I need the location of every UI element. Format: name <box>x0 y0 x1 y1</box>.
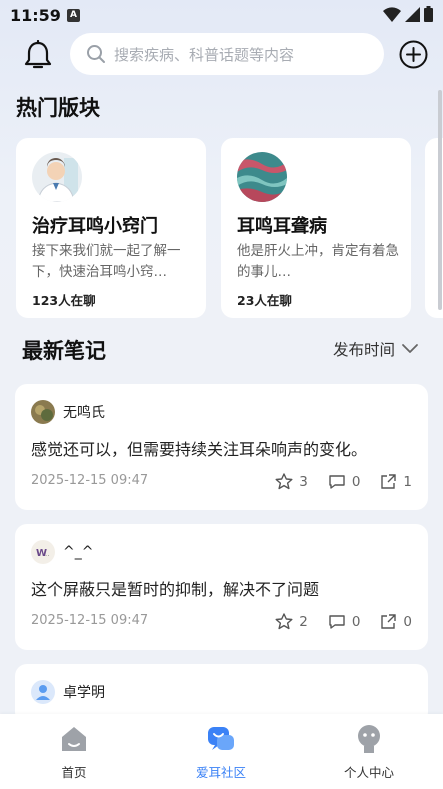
note-text: 感觉还可以，但需要持续关注耳朵响声的变化。 <box>31 440 368 459</box>
tab-community[interactable]: 爱耳社区 <box>171 724 271 781</box>
avatar <box>31 400 55 424</box>
doctor-icon <box>32 152 82 202</box>
note-user[interactable]: 卓学明 <box>31 680 105 704</box>
tab-label: 首页 <box>61 765 87 780</box>
community-icon <box>206 724 236 754</box>
status-icons <box>383 6 433 22</box>
star-icon <box>275 473 293 490</box>
comment-icon <box>329 474 345 489</box>
status-time: 11:59 <box>10 6 61 25</box>
wifi-icon <box>383 6 401 22</box>
hot-card[interactable]: 耳鸣耳聋病 他是肝火上冲，肯定有着急的事儿… 23人在聊 <box>221 138 411 318</box>
share-stat[interactable]: 0 <box>380 613 412 630</box>
note-stats: 2 0 0 <box>255 613 412 630</box>
battery-icon <box>424 6 433 22</box>
hot-card-description: 他是肝火上冲，肯定有着急的事儿… <box>237 243 399 280</box>
hot-card-title: 耳鸣耳聋病 <box>237 216 327 237</box>
hot-card-title: 治疗耳鸣小窍门 <box>32 216 158 237</box>
comment-stat[interactable]: 0 <box>328 473 361 490</box>
note-card[interactable]: W.. ^_^ 这个屏蔽只是暂时的抑制，解决不了问题 2025-12-15 09… <box>15 524 428 650</box>
signal-icon <box>405 6 420 22</box>
comment-stat[interactable]: 0 <box>328 613 361 630</box>
note-username: 卓学明 <box>63 685 105 701</box>
tab-bar: 首页 爱耳社区 个人中心 <box>0 714 443 789</box>
note-user[interactable]: W.. ^_^ <box>31 540 93 564</box>
comment-icon <box>329 614 345 629</box>
note-username: ^_^ <box>63 544 94 560</box>
home-icon <box>59 724 89 754</box>
status-bar: 11:59 A <box>0 0 443 30</box>
svg-text:..: .. <box>45 550 49 558</box>
share-stat[interactable]: 1 <box>380 473 412 490</box>
avatar <box>31 680 55 704</box>
hot-card-count: 123人在聊 <box>32 293 96 308</box>
plus-circle-icon <box>399 40 428 69</box>
note-card[interactable]: 无鸣氏 感觉还可以，但需要持续关注耳朵响声的变化。 2025-12-15 09:… <box>15 384 428 510</box>
share-icon <box>381 474 397 489</box>
tab-label: 爱耳社区 <box>195 765 246 780</box>
comment-count: 0 <box>351 613 361 630</box>
search-placeholder: 搜索疾病、科普话题等内容 <box>114 45 295 64</box>
note-time: 2025-12-15 09:47 <box>31 613 149 628</box>
avatar: W.. <box>31 540 55 564</box>
hot-section-title: 热门版块 <box>16 96 100 120</box>
tab-label: 个人中心 <box>343 765 394 780</box>
hot-card-count: 23人在聊 <box>237 293 292 308</box>
share-icon <box>381 614 397 629</box>
comment-count: 0 <box>351 473 361 490</box>
note-time: 2025-12-15 09:47 <box>31 473 149 488</box>
add-button[interactable] <box>399 40 428 69</box>
note-username: 无鸣氏 <box>63 405 105 421</box>
search-input[interactable]: 搜索疾病、科普话题等内容 <box>70 33 384 75</box>
sort-dropdown[interactable]: 发布时间 <box>333 338 419 360</box>
hot-card-description: 接下来我们就一起了解一下，快速治耳鸣小窍… <box>32 243 181 280</box>
hot-card[interactable]: 治疗耳鸣小窍门 接下来我们就一起了解一下，快速治耳鸣小窍… 123人在聊 <box>16 138 206 318</box>
bell-icon[interactable] <box>24 39 52 70</box>
tab-profile[interactable]: 个人中心 <box>319 724 419 781</box>
note-text: 这个屏蔽只是暂时的抑制，解决不了问题 <box>31 580 320 599</box>
profile-icon <box>354 724 384 754</box>
like-stat[interactable]: 2 <box>275 613 308 630</box>
like-stat[interactable]: 3 <box>275 473 308 490</box>
star-icon <box>275 613 293 630</box>
pattern-icon <box>237 152 287 202</box>
notification-badge: A <box>67 9 80 22</box>
chevron-down-icon <box>402 344 418 353</box>
like-count: 2 <box>299 613 308 630</box>
scrollbar[interactable] <box>438 90 442 310</box>
search-icon <box>87 45 105 63</box>
sort-label: 发布时间 <box>333 341 396 359</box>
share-count: 0 <box>403 613 412 630</box>
note-user[interactable]: 无鸣氏 <box>31 400 105 424</box>
notes-section-title: 最新笔记 <box>22 339 106 363</box>
note-stats: 3 0 1 <box>255 473 412 490</box>
like-count: 3 <box>299 473 308 490</box>
tab-home[interactable]: 首页 <box>24 724 124 781</box>
share-count: 1 <box>403 473 412 490</box>
